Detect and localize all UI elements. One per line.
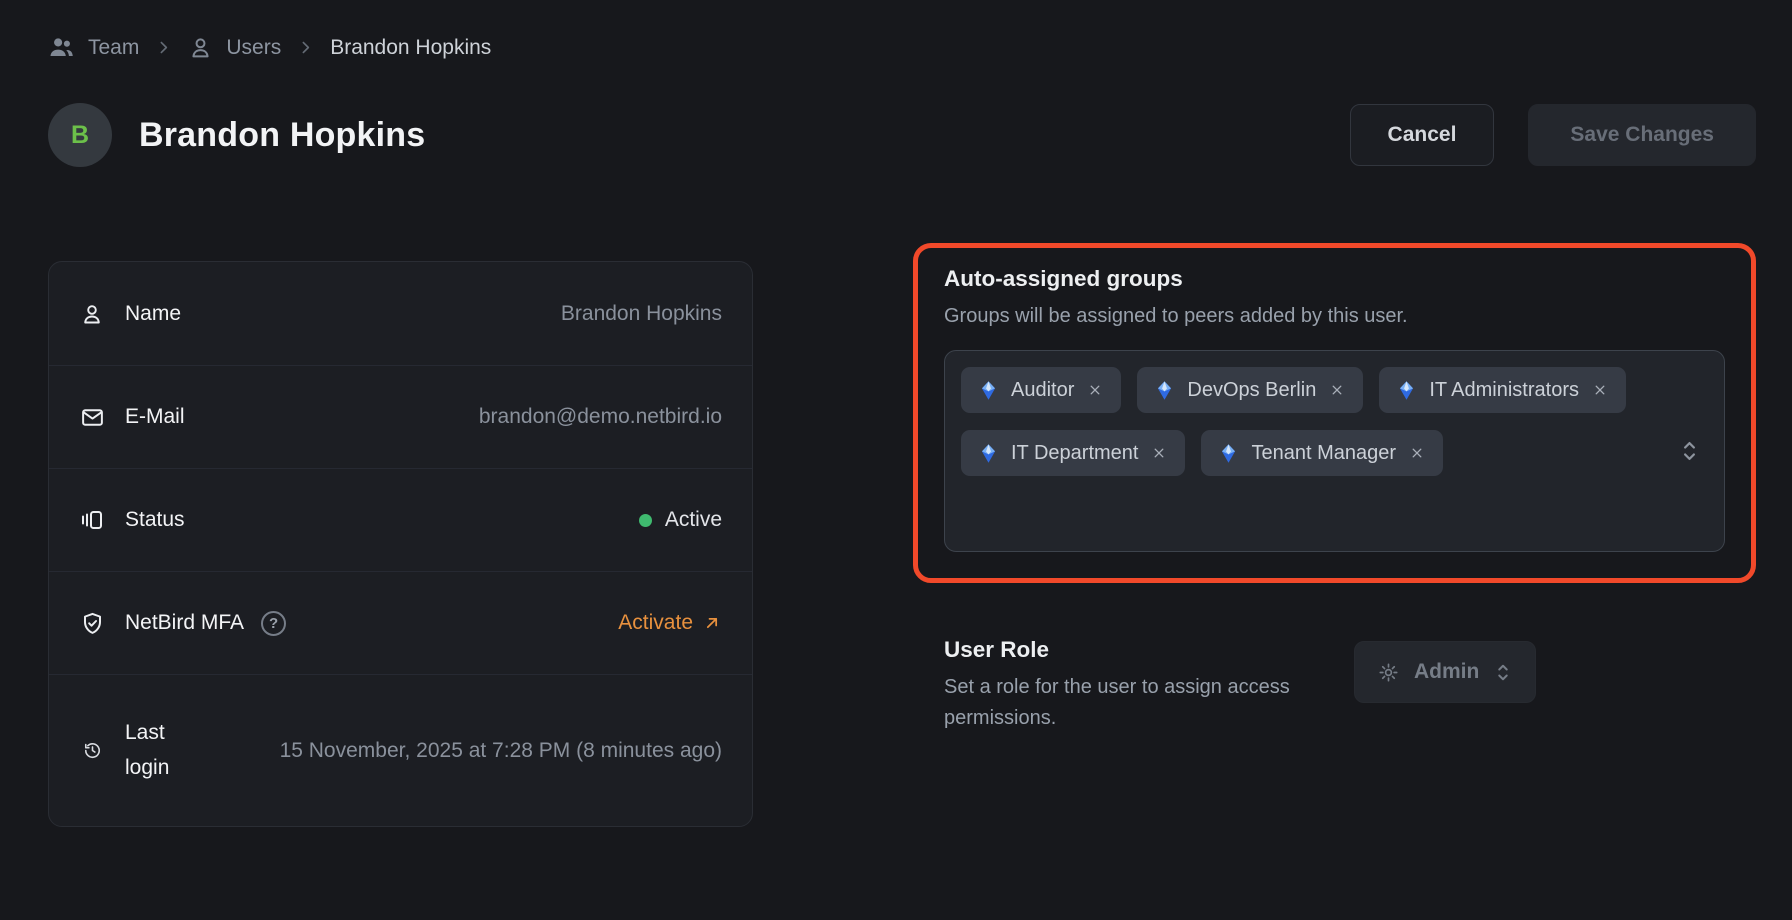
- chevron-up-down-icon: [1679, 438, 1700, 464]
- group-chip-label: Auditor: [1011, 379, 1074, 402]
- last-login-row: Last login 15 November, 2025 at 7:28 PM …: [49, 674, 752, 826]
- group-chip-devops-berlin: DevOps Berlin: [1137, 367, 1363, 413]
- chevron-right-icon: [297, 39, 314, 56]
- avatar: B: [48, 103, 112, 167]
- group-chip-label: DevOps Berlin: [1187, 379, 1316, 402]
- remove-group-icon[interactable]: [1408, 444, 1426, 462]
- activate-label: Activate: [618, 611, 693, 635]
- breadcrumb: Team Users Brandon Hopkins: [48, 34, 1756, 61]
- external-arrow-icon: [702, 613, 722, 633]
- auto-assigned-groups-section: Auto-assigned groups Groups will be assi…: [913, 243, 1756, 583]
- last-login-label: Last login: [125, 716, 187, 785]
- chevron-up-down-icon: [1494, 661, 1512, 684]
- breadcrumb-current-label: Brandon Hopkins: [330, 36, 491, 60]
- user-details-card: Name Brandon Hopkins E-Mail brandon@demo…: [48, 261, 753, 827]
- last-login-value: 15 November, 2025 at 7:28 PM (8 minutes …: [280, 739, 722, 763]
- status-icon: [79, 508, 105, 532]
- remove-group-icon[interactable]: [1086, 381, 1104, 399]
- role-select-value: Admin: [1414, 660, 1479, 684]
- remove-group-icon[interactable]: [1150, 444, 1168, 462]
- breadcrumb-team[interactable]: Team: [48, 34, 139, 61]
- groups-multiselect[interactable]: Auditor: [944, 350, 1725, 552]
- email-value: brandon@demo.netbird.io: [479, 405, 722, 429]
- group-chip-it-administrators: IT Administrators: [1379, 367, 1626, 413]
- cancel-button[interactable]: Cancel: [1350, 104, 1495, 166]
- history-icon: [79, 741, 105, 760]
- status-row: Status Active: [49, 468, 752, 571]
- email-row: E-Mail brandon@demo.netbird.io: [49, 365, 752, 468]
- group-chips: Auditor: [961, 367, 1646, 476]
- breadcrumb-team-label: Team: [88, 36, 139, 60]
- group-icon: [1154, 380, 1175, 401]
- chevron-right-icon: [155, 39, 172, 56]
- group-icon: [978, 380, 999, 401]
- breadcrumb-current: Brandon Hopkins: [330, 36, 491, 60]
- mfa-label: NetBird MFA: [125, 611, 244, 635]
- page-title: Brandon Hopkins: [139, 116, 425, 155]
- mfa-row: NetBird MFA ? Activate: [49, 571, 752, 674]
- status-badge: Active: [665, 508, 722, 532]
- settings-column: Auto-assigned groups Groups will be assi…: [913, 243, 1756, 734]
- breadcrumb-users[interactable]: Users: [188, 35, 281, 60]
- breadcrumb-users-label: Users: [226, 36, 281, 60]
- header-actions: Cancel Save Changes: [1350, 104, 1756, 166]
- user-detail-page: Team Users Brandon Hopkins B Brandon Hop…: [0, 0, 1792, 920]
- shield-check-icon: [79, 611, 105, 636]
- user-role-description: Set a role for the user to assign access…: [944, 672, 1304, 734]
- activate-mfa-link[interactable]: Activate: [618, 611, 722, 635]
- group-chip-label: Tenant Manager: [1251, 442, 1396, 465]
- status-value: Active: [639, 508, 722, 532]
- name-label: Name: [125, 302, 181, 326]
- email-label: E-Mail: [125, 405, 185, 429]
- user-role-section: User Role Set a role for the user to ass…: [913, 637, 1756, 734]
- page-header: B Brandon Hopkins Cancel Save Changes: [48, 103, 1756, 167]
- group-icon: [1396, 380, 1417, 401]
- groups-section-description: Groups will be assigned to peers added b…: [944, 301, 1725, 332]
- main-content: Name Brandon Hopkins E-Mail brandon@demo…: [48, 243, 1756, 827]
- user-icon: [79, 302, 105, 326]
- group-icon: [1218, 443, 1239, 464]
- group-chip-label: IT Administrators: [1429, 379, 1579, 402]
- group-chip-it-department: IT Department: [961, 430, 1185, 476]
- user-role-text: User Role Set a role for the user to ass…: [944, 637, 1304, 734]
- team-icon: [48, 34, 75, 61]
- mail-icon: [79, 405, 105, 430]
- user-role-title: User Role: [944, 637, 1304, 663]
- name-row: Name Brandon Hopkins: [49, 262, 752, 365]
- group-chip-auditor: Auditor: [961, 367, 1121, 413]
- gear-icon: [1378, 662, 1399, 683]
- group-icon: [978, 443, 999, 464]
- name-value: Brandon Hopkins: [561, 302, 722, 326]
- avatar-initial: B: [71, 121, 89, 150]
- group-chip-label: IT Department: [1011, 442, 1138, 465]
- role-select[interactable]: Admin: [1354, 641, 1536, 703]
- save-changes-button[interactable]: Save Changes: [1528, 104, 1756, 166]
- remove-group-icon[interactable]: [1328, 381, 1346, 399]
- groups-section-title: Auto-assigned groups: [944, 266, 1725, 292]
- help-icon[interactable]: ?: [261, 611, 286, 636]
- user-icon: [188, 35, 213, 60]
- active-status-dot: [639, 514, 652, 527]
- group-chip-tenant-manager: Tenant Manager: [1201, 430, 1443, 476]
- remove-group-icon[interactable]: [1591, 381, 1609, 399]
- status-label: Status: [125, 508, 185, 532]
